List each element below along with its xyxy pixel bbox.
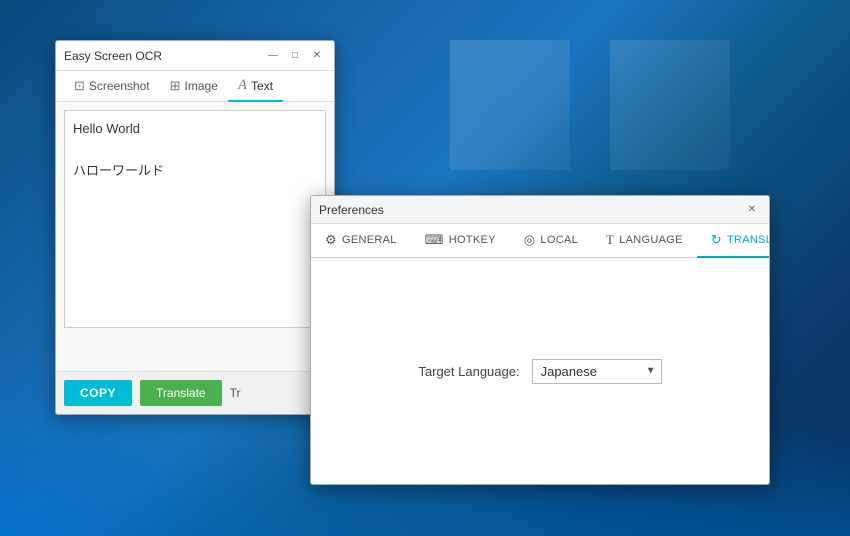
preferences-window: Preferences ✕ ⚙ GENERAL ⌨ HOTKEY ◎ LOCAL <box>310 195 770 485</box>
preferences-window-controls: ✕ <box>743 201 761 219</box>
text-tab-icon: A <box>238 77 247 94</box>
translate-button[interactable]: Translate <box>140 380 222 406</box>
target-language-label: Target Language: <box>418 364 519 379</box>
tab-language[interactable]: T LANGUAGE <box>592 224 697 258</box>
hotkey-tab-icon: ⌨ <box>425 232 444 248</box>
preferences-close-button[interactable]: ✕ <box>743 201 761 219</box>
image-tab-icon: ⊞ <box>170 78 181 94</box>
ocr-window-title: Easy Screen OCR <box>64 49 264 63</box>
ocr-minimize-button[interactable]: — <box>264 47 282 65</box>
preferences-tab-bar: ⚙ GENERAL ⌨ HOTKEY ◎ LOCAL T LANGUAGE ↻ <box>311 224 769 258</box>
ocr-maximize-button[interactable]: □ <box>286 47 304 65</box>
tab-translate-label: TRANSLATE <box>727 234 770 246</box>
more-label: Tr <box>230 386 241 400</box>
ocr-tab-bar: ⊡ Screenshot ⊞ Image A Text <box>56 71 334 102</box>
preferences-titlebar: Preferences ✕ <box>311 196 769 224</box>
tab-language-label: LANGUAGE <box>619 234 683 246</box>
copy-button[interactable]: COPY <box>64 380 132 406</box>
tab-text-label: Text <box>251 79 273 93</box>
tab-hotkey[interactable]: ⌨ HOTKEY <box>411 224 510 258</box>
preferences-body: ⚙ GENERAL ⌨ HOTKEY ◎ LOCAL T LANGUAGE ↻ <box>311 224 769 484</box>
translate-tab-icon: ↻ <box>711 232 722 248</box>
screenshot-tab-icon: ⊡ <box>74 78 85 94</box>
language-select-wrapper: Japanese English Chinese French German K… <box>532 359 662 384</box>
ocr-titlebar: Easy Screen OCR — □ ✕ <box>56 41 334 71</box>
tab-image[interactable]: ⊞ Image <box>160 71 228 102</box>
ocr-close-button[interactable]: ✕ <box>308 47 326 65</box>
tab-general-label: GENERAL <box>342 234 397 246</box>
tab-text[interactable]: A Text <box>228 71 283 102</box>
local-tab-icon: ◎ <box>524 232 536 248</box>
target-language-row: Target Language: Japanese English Chines… <box>418 359 661 384</box>
ocr-window-controls: — □ ✕ <box>264 47 326 65</box>
tab-screenshot[interactable]: ⊡ Screenshot <box>64 71 160 102</box>
tab-screenshot-label: Screenshot <box>89 79 150 93</box>
general-tab-icon: ⚙ <box>325 232 337 248</box>
ocr-body: ⊡ Screenshot ⊞ Image A Text COPY Transla… <box>56 71 334 414</box>
tab-general[interactable]: ⚙ GENERAL <box>311 224 411 258</box>
tab-hotkey-label: HOTKEY <box>449 234 496 246</box>
desktop: Easy Screen OCR — □ ✕ ⊡ Screenshot ⊞ Ima… <box>0 0 850 536</box>
tab-translate[interactable]: ↻ TRANSLATE <box>697 224 770 258</box>
ocr-window: Easy Screen OCR — □ ✕ ⊡ Screenshot ⊞ Ima… <box>55 40 335 415</box>
language-dropdown[interactable]: Japanese English Chinese French German K… <box>532 359 662 384</box>
tab-local[interactable]: ◎ LOCAL <box>510 224 592 258</box>
tab-local-label: LOCAL <box>540 234 578 246</box>
language-tab-icon: T <box>606 232 614 248</box>
tab-image-label: Image <box>185 79 218 93</box>
ocr-button-bar: COPY Translate Tr <box>56 371 334 414</box>
preferences-window-title: Preferences <box>319 203 743 217</box>
preferences-content: Target Language: Japanese English Chines… <box>311 258 769 484</box>
ocr-text-content <box>56 102 334 371</box>
ocr-result-textarea[interactable] <box>64 110 326 328</box>
